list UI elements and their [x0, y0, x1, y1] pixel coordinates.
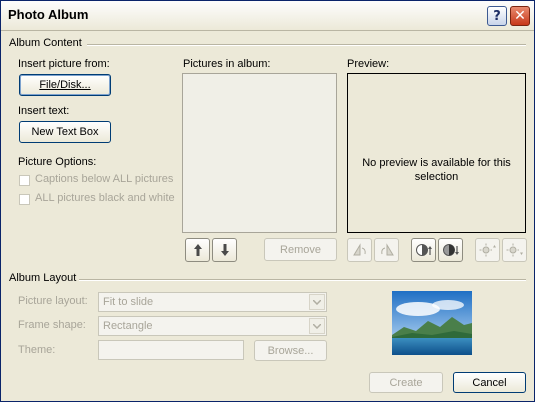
photo-album-dialog: Photo Album ? ✕ Album Content Insert pic… — [0, 0, 535, 402]
picture-layout-value: Fit to slide — [103, 296, 154, 308]
remove-button-label: Remove — [280, 243, 321, 256]
brightness-up-icon — [479, 243, 496, 257]
frame-shape-select[interactable]: Rectangle — [98, 316, 327, 336]
create-button[interactable]: Create — [369, 372, 443, 393]
browse-button[interactable]: Browse... — [254, 340, 327, 361]
move-down-icon — [220, 244, 229, 256]
chevron-down-icon — [309, 318, 325, 334]
album-content-group-title: Album Content — [9, 37, 82, 49]
browse-button-label: Browse... — [267, 344, 314, 357]
chevron-down-icon — [309, 294, 325, 310]
album-content-divider — [87, 44, 526, 46]
new-text-box-button-label: New Text Box — [31, 126, 99, 138]
brightness-down-icon — [506, 243, 523, 257]
pictures-in-album-list[interactable] — [182, 73, 337, 233]
close-button[interactable]: ✕ — [510, 6, 530, 26]
move-up-button[interactable] — [185, 238, 210, 262]
rotate-left-button[interactable] — [347, 238, 372, 262]
insert-text-label: Insert text: — [18, 105, 70, 117]
remove-button[interactable]: Remove — [264, 238, 337, 261]
preview-pane: No preview is available for this selecti… — [347, 73, 526, 233]
title-bar[interactable]: Photo Album ? ✕ — [1, 1, 534, 31]
file-disk-button-label: File/Disk... — [39, 79, 91, 91]
rotate-right-icon — [380, 243, 394, 256]
brightness-down-button[interactable] — [502, 238, 527, 262]
create-button-label: Create — [389, 376, 423, 389]
contrast-up-button[interactable] — [411, 238, 436, 262]
cancel-button-label: Cancel — [472, 376, 507, 389]
captions-below-checkbox[interactable] — [19, 175, 30, 186]
picture-layout-select[interactable]: Fit to slide — [98, 292, 327, 312]
contrast-down-button[interactable] — [438, 238, 463, 262]
brightness-up-button[interactable] — [475, 238, 500, 262]
file-disk-button[interactable]: File/Disk... — [19, 74, 111, 96]
theme-label: Theme: — [18, 344, 56, 356]
cancel-button[interactable]: Cancel — [453, 372, 526, 393]
album-layout-divider — [79, 279, 526, 281]
help-button[interactable]: ? — [487, 6, 507, 26]
rotate-right-button[interactable] — [374, 238, 399, 262]
picture-options-label: Picture Options: — [18, 156, 97, 168]
black-and-white-checkbox[interactable] — [19, 194, 30, 205]
theme-input[interactable] — [98, 340, 244, 360]
contrast-up-icon — [415, 244, 432, 256]
new-text-box-button[interactable]: New Text Box — [19, 121, 111, 143]
album-layout-group-title: Album Layout — [9, 272, 77, 284]
preview-label: Preview: — [347, 58, 390, 70]
move-down-button[interactable] — [212, 238, 237, 262]
contrast-down-icon — [442, 244, 459, 256]
frame-shape-label: Frame shape: — [18, 319, 86, 331]
help-icon: ? — [493, 8, 501, 24]
preview-message: No preview is available for this selecti… — [362, 157, 511, 183]
dialog-title: Photo Album — [8, 7, 89, 22]
pictures-in-album-label: Pictures in album: — [183, 58, 271, 70]
rotate-left-icon — [352, 243, 366, 256]
insert-picture-label: Insert picture from: — [18, 58, 110, 70]
landscape-thumbnail-image — [392, 291, 472, 355]
frame-shape-value: Rectangle — [103, 320, 153, 332]
captions-below-label: Captions below ALL pictures — [35, 173, 174, 185]
picture-layout-label: Picture layout: — [18, 295, 88, 307]
move-up-icon — [193, 244, 202, 256]
black-and-white-label: ALL pictures black and white — [35, 192, 175, 204]
close-icon: ✕ — [514, 8, 526, 24]
